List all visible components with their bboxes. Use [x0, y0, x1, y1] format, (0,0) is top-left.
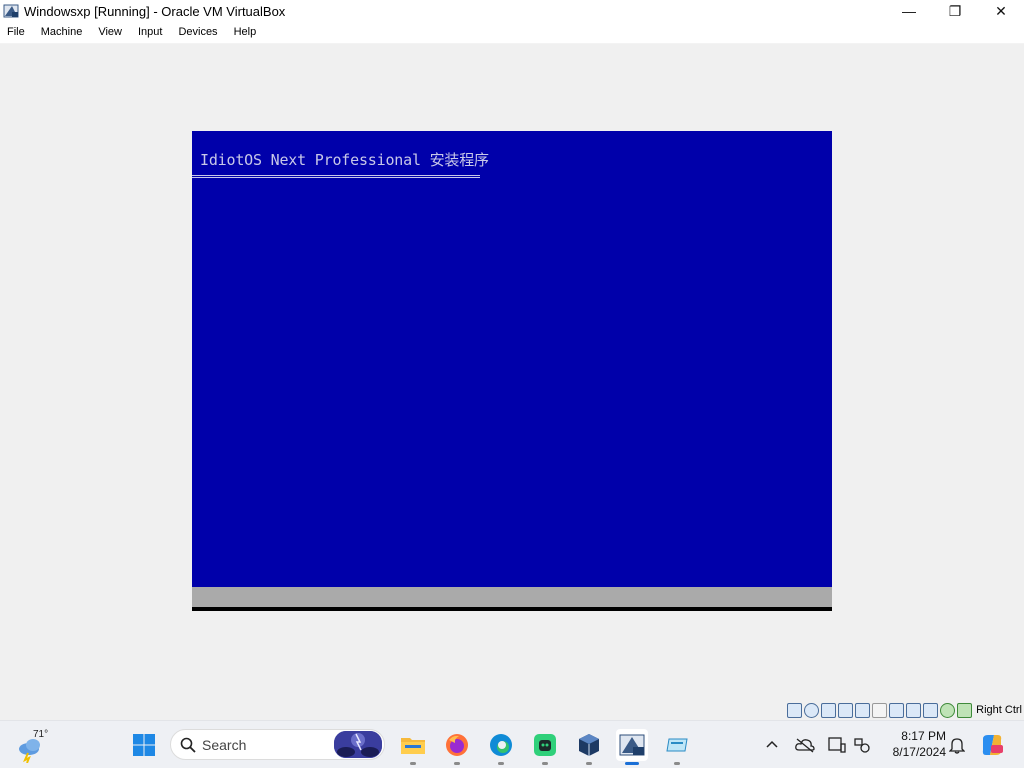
menu-help[interactable]: Help	[226, 22, 265, 43]
running-indicator	[674, 762, 680, 765]
running-indicator	[586, 762, 592, 765]
search-highlight-art	[334, 731, 382, 758]
virtualbox-status-bar: Right Ctrl	[787, 701, 1022, 719]
cpu-icon[interactable]	[923, 702, 939, 718]
show-hidden-icons-button[interactable]	[756, 729, 788, 761]
title-bar[interactable]: Windowsxp [Running] - Oracle VM VirtualB…	[0, 0, 1024, 22]
taskbar-search[interactable]: Search	[170, 729, 385, 760]
taskbar-firefox[interactable]	[441, 729, 473, 765]
search-label: Search	[202, 736, 247, 753]
shared-folders-icon[interactable]	[872, 702, 888, 718]
optical-drive-icon[interactable]	[804, 702, 820, 718]
virtualbox-app-icon	[3, 4, 19, 18]
bell-icon	[949, 738, 965, 754]
running-indicator	[542, 762, 548, 765]
setup-title-underline	[192, 175, 480, 178]
setup-title: IdiotOS Next Professional 安装程序	[200, 151, 489, 169]
file-explorer-icon	[401, 738, 425, 754]
clock-time: 8:17 PM	[901, 729, 946, 743]
menu-machine[interactable]: Machine	[33, 22, 91, 43]
vm-display-bottom-edge	[192, 607, 832, 611]
setup-status-bar	[192, 587, 832, 607]
network-icon[interactable]	[838, 702, 854, 718]
keyboard-icon[interactable]	[957, 702, 973, 718]
menu-view[interactable]: View	[90, 22, 130, 43]
taskbar-app[interactable]	[529, 729, 561, 765]
vm-display[interactable]: IdiotOS Next Professional 安装程序	[192, 131, 832, 611]
copilot-icon	[982, 735, 1003, 755]
copilot-button[interactable]	[976, 729, 1008, 761]
clock-date: 8/17/2024	[892, 745, 946, 759]
weather-temp: 71°	[33, 729, 49, 740]
mouse-integration-icon[interactable]	[940, 702, 956, 718]
edge-icon	[490, 734, 512, 756]
close-button[interactable]: ✕	[978, 0, 1024, 22]
network-icon	[854, 738, 870, 753]
maximize-button[interactable]: ❐	[932, 0, 978, 22]
onedrive-offline-icon	[795, 738, 815, 753]
taskbar-windowsxp-vm[interactable]	[616, 729, 648, 765]
network-tray[interactable]	[846, 729, 878, 761]
menu-bar: File Machine View Input Devices Help	[0, 22, 1024, 44]
minimize-button[interactable]: —	[886, 0, 932, 22]
taskbar-clock[interactable]: 8:17 PM 8/17/2024	[880, 728, 946, 760]
video-capture-icon[interactable]	[906, 702, 922, 718]
running-indicator	[454, 762, 460, 765]
taskbar-edge[interactable]	[485, 729, 517, 765]
menu-input[interactable]: Input	[130, 22, 170, 43]
usb-icon[interactable]	[855, 702, 871, 718]
taskbar-storage-app[interactable]	[661, 729, 693, 765]
app-icon	[534, 734, 556, 756]
taskbar: 71° Search 8:17 PM 8/17/2024	[0, 720, 1024, 768]
running-indicator	[410, 762, 416, 765]
menu-devices[interactable]: Devices	[170, 22, 225, 43]
display-icon[interactable]	[889, 702, 905, 718]
search-icon	[180, 737, 196, 753]
window-title: Windowsxp [Running] - Oracle VM VirtualB…	[24, 3, 286, 19]
taskbar-file-explorer[interactable]	[397, 729, 429, 765]
chevron-up-icon	[766, 740, 778, 748]
host-key-label[interactable]: Right Ctrl	[976, 704, 1022, 716]
windowsxp-vm-icon	[619, 734, 645, 756]
hard-disk-icon[interactable]	[787, 702, 803, 718]
notifications-button[interactable]	[941, 729, 973, 761]
taskbar-virtualbox[interactable]	[573, 729, 605, 765]
storage-app-icon	[666, 738, 688, 752]
windows-logo-icon	[133, 734, 155, 756]
firefox-icon	[446, 734, 468, 756]
running-indicator	[498, 762, 504, 765]
start-button[interactable]	[128, 729, 160, 761]
active-indicator	[625, 762, 639, 765]
virtualbox-icon	[579, 734, 599, 756]
onedrive-tray[interactable]	[789, 729, 821, 761]
menu-file[interactable]: File	[0, 22, 33, 43]
weather-widget[interactable]: 71°	[16, 729, 56, 763]
device-icon	[828, 737, 846, 753]
audio-icon[interactable]	[821, 702, 837, 718]
